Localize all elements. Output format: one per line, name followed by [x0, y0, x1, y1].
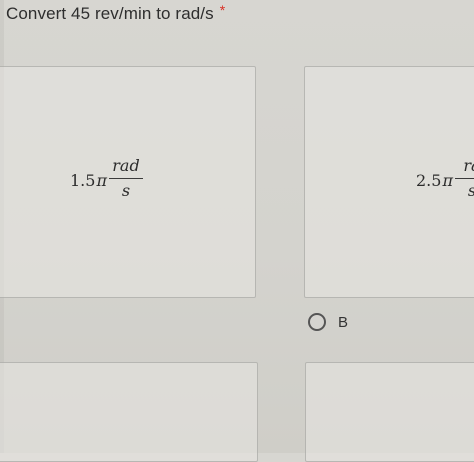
- option-b-label: B: [338, 313, 349, 331]
- option-b-choice[interactable]: B: [308, 310, 348, 334]
- option-a-coefficient: 1.5: [70, 171, 96, 190]
- option-a-fraction: rad s: [108, 156, 143, 200]
- option-card-c[interactable]: [0, 362, 258, 462]
- option-a-denominator: s: [121, 181, 131, 200]
- option-b-math: 2.5 π ra s: [416, 156, 474, 201]
- option-a-math: 1.5 π rad s: [70, 156, 143, 201]
- option-card-d[interactable]: [305, 362, 474, 462]
- option-b-fraction-bar: [454, 178, 474, 179]
- question-title: Convert 45 rev/min to rad/s: [6, 4, 214, 23]
- option-a-numerator: rad: [112, 156, 140, 175]
- option-b-denominator: s: [468, 183, 474, 199]
- option-a-fraction-bar: [108, 178, 143, 179]
- option-a-pi: π: [96, 171, 107, 190]
- question-header: Convert 45 rev/min to rad/s *: [0, 0, 225, 28]
- option-b-coefficient: 2.5: [416, 171, 442, 190]
- required-asterisk: *: [219, 2, 226, 18]
- option-b-numerator: ra: [463, 156, 474, 175]
- option-b-pi: π: [442, 171, 453, 190]
- option-b-radio[interactable]: [308, 313, 326, 331]
- option-b-fraction: ra s: [454, 156, 474, 199]
